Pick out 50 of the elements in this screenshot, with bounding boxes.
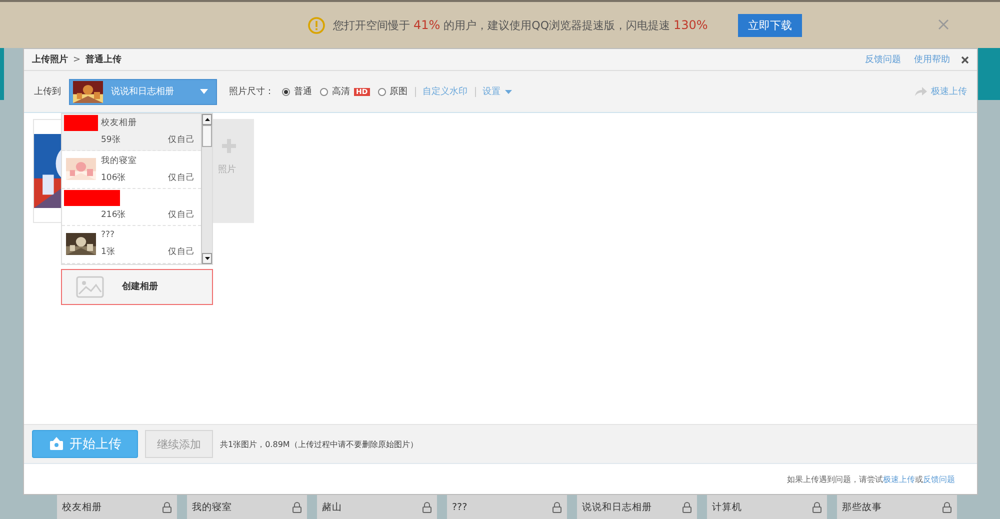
album-option[interactable]: 216张 仅自己 [62, 188, 201, 226]
download-button[interactable]: 立即下载 [738, 14, 802, 36]
notice-text: 您打开空间慢于 41% 的用户，建议使用QQ浏览器提速版，闪电提速 130% [333, 18, 708, 32]
album-tab[interactable]: 校友相册 [57, 495, 177, 519]
size-option[interactable]: 普通 [282, 85, 312, 98]
photo-count: 1张 [101, 246, 116, 258]
summary-text: 共1张图片，0.89M（上传过程中请不要删除原始图片） [220, 438, 418, 450]
side-panel [978, 48, 1000, 100]
album-tab[interactable]: 那些故事 [837, 495, 957, 519]
warning-icon [308, 16, 325, 34]
lock-icon [682, 502, 692, 512]
size-option[interactable]: 原图 [378, 85, 408, 98]
album-name: ??? [101, 230, 115, 242]
lock-icon [292, 502, 302, 512]
album-tab[interactable]: 计算机 [707, 495, 827, 519]
album-tab[interactable]: ??? [447, 495, 567, 519]
breadcrumb-separator: > [73, 54, 81, 64]
album-tab[interactable]: 我的寝室 [187, 495, 307, 519]
privacy-label: 仅自己 [168, 172, 195, 184]
create-album-button[interactable]: 创建相册 [61, 268, 213, 304]
upload-icon [48, 437, 64, 451]
photo-count: 59张 [101, 134, 121, 146]
lock-icon [162, 502, 172, 512]
album-tab[interactable]: 赭山 [317, 495, 437, 519]
breadcrumb-item: 普通上传 [86, 53, 122, 66]
lock-icon [942, 502, 952, 512]
privacy-label: 仅自己 [168, 134, 195, 146]
lock-icon [422, 502, 432, 512]
caret-icon [504, 90, 512, 94]
arrow-icon [915, 87, 927, 96]
photo-count: 216张 [101, 208, 126, 221]
triangle-up-icon [204, 118, 210, 120]
plus-icon [222, 139, 236, 153]
album-name: 我的寝室 [101, 154, 137, 167]
photo-count: 106张 [101, 172, 126, 184]
album-option[interactable]: 校友相册 59张 仅自己 [62, 114, 201, 151]
upload-to-label: 上传到 [34, 86, 61, 98]
scroll-thumb[interactable] [202, 124, 212, 146]
privacy-label: 仅自己 [168, 208, 195, 221]
lock-icon [812, 502, 822, 512]
lock-icon [552, 502, 562, 512]
album-name: 校友相册 [101, 117, 137, 130]
size-label: 照片尺寸： [229, 86, 274, 98]
triangle-down-icon [204, 256, 210, 260]
privacy-label: 仅自己 [168, 246, 195, 258]
album-tab[interactable]: 说说和日志相册 [577, 495, 697, 519]
help-note: 如果上传遇到问题，请尝试极速上传或反馈问题 [787, 474, 955, 484]
breadcrumb-item[interactable]: 上传照片 [32, 53, 68, 66]
scrollbar[interactable] [201, 114, 212, 264]
image-icon [76, 276, 104, 298]
